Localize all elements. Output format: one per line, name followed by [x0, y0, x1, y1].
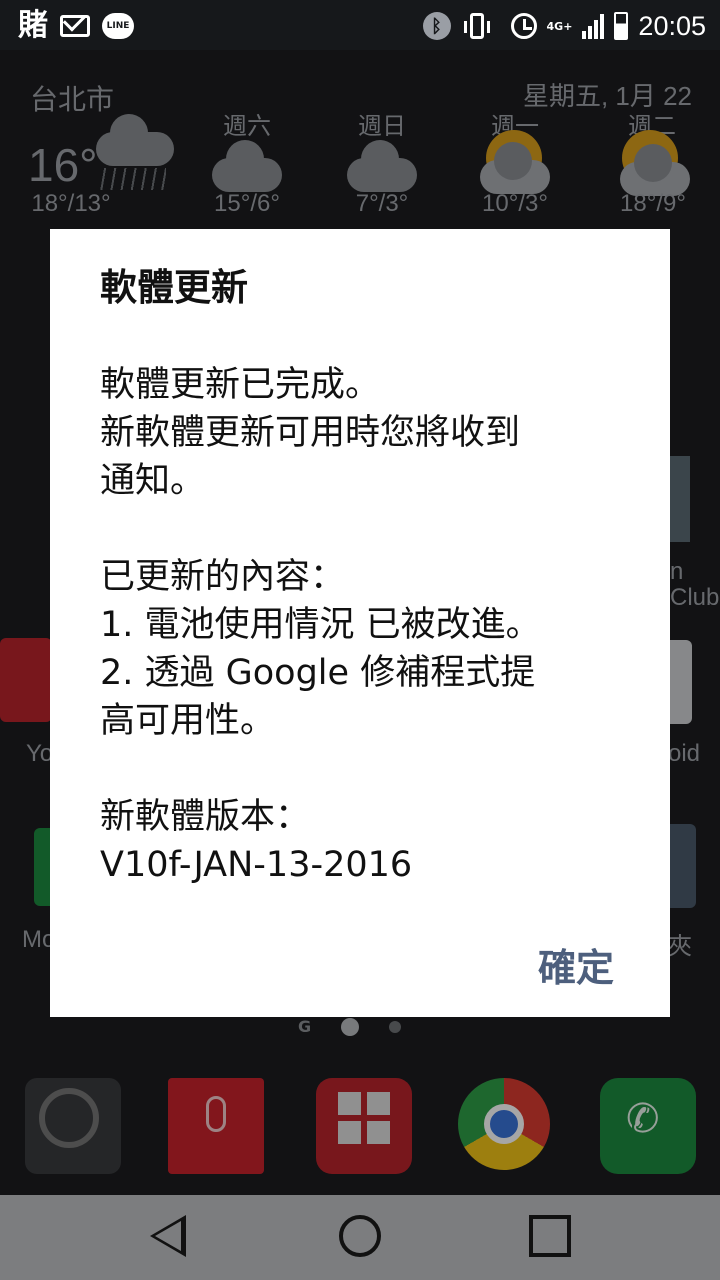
- recent-apps-icon[interactable]: [529, 1215, 571, 1257]
- home-icon[interactable]: [339, 1215, 381, 1257]
- signal-strength-icon: [582, 13, 605, 39]
- gmail-icon: [60, 15, 90, 37]
- bluetooth-icon: ᛒ: [422, 12, 451, 40]
- network-type-icon: 4G+: [546, 19, 573, 33]
- message-line: 1. 電池使用情況 已被改進。: [100, 605, 541, 645]
- dialog-message: 軟體更新已完成。 新軟體更新可用時您將收到 通知。 已更新的內容： 1. 電池使…: [100, 361, 620, 889]
- status-bar: 賭 LINE ᛒ 4G+ 20:05: [0, 0, 720, 50]
- software-update-dialog: 軟體更新 軟體更新已完成。 新軟體更新可用時您將收到 通知。 已更新的內容： 1…: [50, 229, 670, 1017]
- message-line: 新軟體更新可用時您將收到: [100, 413, 521, 453]
- message-line: 2. 透過 Google 修補程式提: [100, 653, 536, 693]
- alarm-icon: [510, 13, 537, 39]
- navigation-bar: [0, 1195, 720, 1280]
- line-app-icon: LINE: [102, 13, 134, 39]
- battery-icon: [614, 12, 629, 40]
- notification-app-icon: 賭: [18, 8, 48, 43]
- clock-time: 20:05: [638, 10, 706, 41]
- message-line: 軟體更新已完成。: [100, 365, 381, 405]
- back-icon[interactable]: [150, 1215, 186, 1257]
- message-line: 新軟體版本：: [100, 797, 311, 837]
- vibrate-icon: [463, 13, 490, 39]
- message-line: 通知。: [100, 461, 206, 501]
- dialog-title: 軟體更新: [100, 266, 248, 309]
- message-line: 高可用性。: [100, 701, 276, 741]
- software-version: V10f-JAN-13-2016: [100, 845, 413, 885]
- ok-button[interactable]: 確定: [538, 937, 614, 992]
- message-line: 已更新的內容：: [100, 557, 346, 597]
